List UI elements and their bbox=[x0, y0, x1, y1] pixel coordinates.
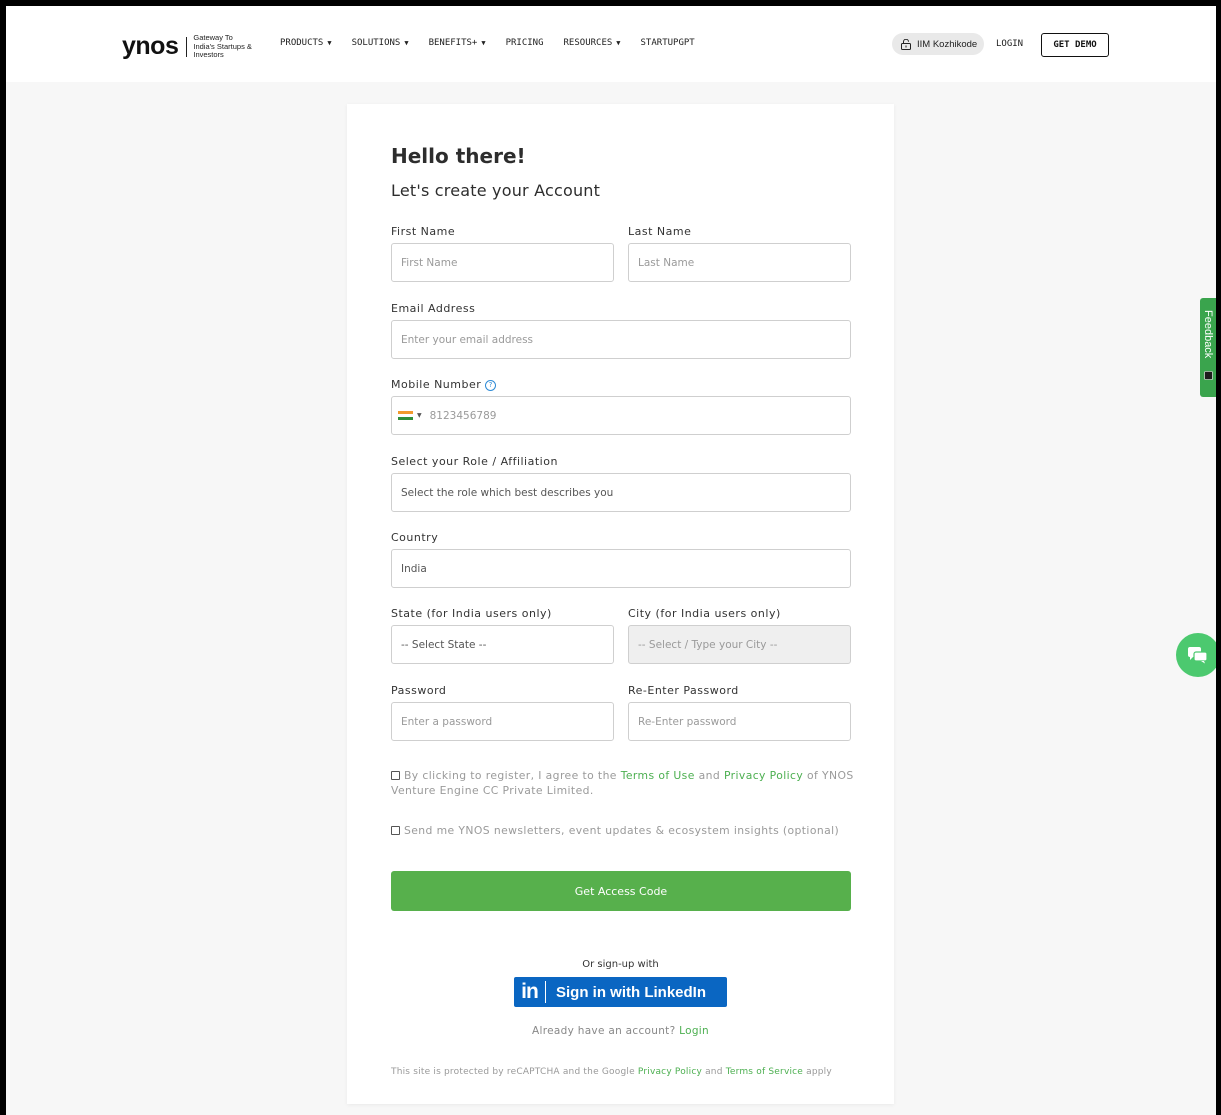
or-signup-text: Or sign-up with bbox=[582, 959, 659, 970]
help-icon[interactable]: ? bbox=[485, 379, 497, 391]
recaptcha-prefix: This site is protected by reCAPTCHA and … bbox=[391, 1067, 635, 1077]
logo-tagline: Gateway To India's Startups & Investors bbox=[193, 33, 252, 60]
chat-icon bbox=[1188, 647, 1208, 664]
mobile-input[interactable]: ▼ 8123456789 bbox=[391, 396, 851, 435]
chevron-down-icon: ▼ bbox=[404, 39, 409, 47]
password-label: Password bbox=[391, 684, 447, 697]
email-label: Email Address bbox=[391, 302, 476, 315]
main-nav: PRODUCTS ▼ SOLUTIONS ▼ BENEFITS+ ▼ PRICI… bbox=[280, 38, 715, 48]
recaptcha-and: and bbox=[705, 1067, 723, 1077]
terms-and: and bbox=[698, 769, 721, 782]
caret-down-icon[interactable]: ▼ bbox=[417, 412, 422, 419]
logo-divider bbox=[186, 36, 188, 57]
india-flag-icon[interactable] bbox=[398, 410, 413, 421]
first-name-label: First Name bbox=[391, 225, 456, 238]
page-title: Hello there! bbox=[391, 144, 526, 168]
institution-badge[interactable]: IIM Kozhikode bbox=[892, 33, 984, 55]
nav-solutions-label: SOLUTIONS bbox=[351, 38, 401, 48]
logo-wordmark: ynos bbox=[122, 32, 179, 61]
chevron-down-icon: ▼ bbox=[327, 39, 332, 47]
recaptcha-suffix: apply bbox=[806, 1067, 832, 1077]
first-name-input[interactable]: First Name bbox=[391, 243, 614, 282]
nav-solutions[interactable]: SOLUTIONS ▼ bbox=[352, 38, 409, 48]
newsletter-consent: Send me YNOS newsletters, event updates … bbox=[391, 823, 841, 838]
terms-checkbox[interactable] bbox=[391, 771, 400, 780]
chat-widget-button[interactable] bbox=[1176, 633, 1216, 677]
privacy-policy-link[interactable]: Privacy Policy bbox=[724, 769, 803, 782]
feedback-label: Feedback bbox=[1202, 310, 1214, 359]
mobile-label-text: Mobile Number bbox=[391, 378, 482, 391]
nav-benefits-label: BENEFITS+ bbox=[428, 38, 478, 48]
state-select[interactable]: -- Select State -- bbox=[391, 625, 614, 664]
terms-prefix: By clicking to register, I agree to the bbox=[404, 769, 617, 782]
page-subtitle: Let's create your Account bbox=[391, 181, 601, 200]
terms-consent: By clicking to register, I agree to the … bbox=[391, 768, 861, 798]
re-password-input[interactable]: Re-Enter password bbox=[628, 702, 851, 741]
top-nav-bar: ynos Gateway To India's Startups & Inves… bbox=[6, 6, 1216, 82]
google-privacy-link[interactable]: Privacy Policy bbox=[638, 1067, 702, 1077]
password-input[interactable]: Enter a password bbox=[391, 702, 614, 741]
city-label: City (for India users only) bbox=[628, 607, 781, 620]
institution-name: IIM Kozhikode bbox=[917, 38, 978, 50]
signup-card: Hello there! Let's create your Account F… bbox=[347, 104, 894, 1104]
nav-resources[interactable]: RESOURCES ▼ bbox=[564, 38, 621, 48]
unlock-icon bbox=[901, 38, 911, 50]
role-label: Select your Role / Affiliation bbox=[391, 455, 558, 468]
nav-products[interactable]: PRODUCTS ▼ bbox=[280, 38, 332, 48]
chevron-down-icon: ▼ bbox=[481, 39, 486, 47]
google-terms-link[interactable]: Terms of Service bbox=[726, 1067, 803, 1077]
nav-startupgpt[interactable]: STARTUPGPT bbox=[641, 38, 695, 48]
nav-pricing[interactable]: PRICING bbox=[506, 38, 544, 48]
login-link[interactable]: Login bbox=[679, 1025, 709, 1037]
newsletter-text: Send me YNOS newsletters, event updates … bbox=[404, 824, 840, 837]
nav-benefits[interactable]: BENEFITS+ ▼ bbox=[429, 38, 486, 48]
nav-resources-label: RESOURCES bbox=[563, 38, 613, 48]
linkedin-signin-button[interactable]: in Sign in with LinkedIn bbox=[514, 977, 727, 1007]
last-name-input[interactable]: Last Name bbox=[628, 243, 851, 282]
role-select[interactable]: Select the role which best describes you bbox=[391, 473, 851, 512]
country-input[interactable]: India bbox=[391, 549, 851, 588]
header-login-link[interactable]: LOGIN bbox=[996, 39, 1023, 49]
page: ynos Gateway To India's Startups & Inves… bbox=[6, 6, 1216, 1115]
nav-pricing-label: PRICING bbox=[505, 38, 544, 48]
feedback-icon bbox=[1204, 371, 1213, 380]
chevron-down-icon: ▼ bbox=[616, 39, 621, 47]
already-text: Already have an account? bbox=[532, 1025, 676, 1037]
get-access-code-button[interactable]: Get Access Code bbox=[391, 871, 851, 911]
ynos-logo[interactable]: ynos Gateway To India's Startups & Inves… bbox=[122, 32, 255, 61]
nav-startupgpt-label: STARTUPGPT bbox=[640, 38, 695, 48]
linkedin-icon: in bbox=[516, 980, 546, 1003]
mobile-placeholder: 8123456789 bbox=[429, 409, 497, 422]
already-have-account: Already have an account? Login bbox=[347, 1025, 894, 1037]
last-name-label: Last Name bbox=[628, 225, 692, 238]
terms-of-use-link[interactable]: Terms of Use bbox=[621, 769, 695, 782]
mobile-label: Mobile Number? bbox=[391, 378, 497, 391]
state-label: State (for India users only) bbox=[391, 607, 552, 620]
linkedin-button-label: Sign in with LinkedIn bbox=[556, 983, 706, 1001]
country-label: Country bbox=[391, 531, 439, 544]
newsletter-checkbox[interactable] bbox=[391, 826, 400, 835]
feedback-tab[interactable]: Feedback bbox=[1200, 298, 1216, 397]
get-demo-button[interactable]: GET DEMO bbox=[1041, 33, 1109, 57]
email-input[interactable]: Enter your email address bbox=[391, 320, 851, 359]
city-input[interactable]: -- Select / Type your City -- bbox=[628, 625, 851, 664]
nav-products-label: PRODUCTS bbox=[280, 38, 324, 48]
re-password-label: Re-Enter Password bbox=[628, 684, 739, 697]
recaptcha-notice: This site is protected by reCAPTCHA and … bbox=[391, 1066, 851, 1078]
